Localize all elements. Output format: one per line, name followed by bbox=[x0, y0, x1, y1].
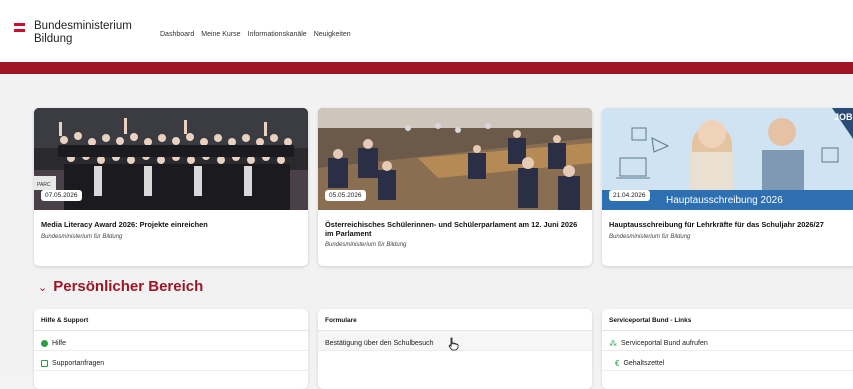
news-card[interactable]: JOB Hauptausschreibung 2026 21.04.2026 H… bbox=[602, 108, 853, 266]
news-title[interactable]: Media Literacy Award 2026: Projekte einr… bbox=[41, 220, 301, 229]
logo-line-2: Bildung bbox=[34, 33, 73, 45]
news-card[interactable]: 05.05.2026 Österreichisches Schülerinnen… bbox=[318, 108, 592, 266]
news-title[interactable]: Österreichisches Schülerinnen- und Schül… bbox=[325, 220, 585, 238]
help-icon bbox=[41, 340, 48, 347]
panel-link-hilfe[interactable]: Hilfe bbox=[34, 331, 308, 351]
dashboard-content: PARC 07.05.2026 Media Literacy Award 202… bbox=[0, 74, 853, 389]
nav-dashboard[interactable]: Dashboard bbox=[160, 31, 194, 38]
panel-link-serviceportal[interactable]: ⁂ Serviceportal Bund aufrufen bbox=[602, 331, 853, 351]
news-date-badge: 07.05.2026 bbox=[41, 190, 82, 201]
news-image-job-ad: JOB Hauptausschreibung 2026 21.04.2026 bbox=[602, 108, 853, 210]
panel-link-supportanfragen[interactable]: Supportanfragen bbox=[34, 351, 308, 371]
nav-meine-kurse[interactable]: Meine Kurse bbox=[201, 31, 240, 38]
top-header: Bundesministerium Bildung Dashboard Mein… bbox=[0, 0, 853, 62]
main-nav: Dashboard Meine Kurse Informationskanäle… bbox=[160, 31, 351, 38]
news-image-award: PARC 07.05.2026 bbox=[34, 108, 308, 210]
section-title: Persönlicher Bereich bbox=[53, 278, 204, 295]
news-source: Bundesministerium für Bildung bbox=[41, 234, 123, 240]
panel-empty-row bbox=[318, 351, 592, 371]
news-source: Bundesministerium für Bildung bbox=[609, 234, 691, 240]
ticket-icon bbox=[41, 360, 48, 367]
austria-flag-icon bbox=[14, 23, 25, 32]
panel-link-label: Supportanfragen bbox=[52, 360, 105, 367]
job-corner-badge: JOB bbox=[834, 112, 853, 122]
network-icon: ⁂ bbox=[609, 339, 617, 348]
euro-icon: € bbox=[615, 359, 620, 368]
panel-link-gehaltszettel[interactable]: € Gehaltszettel bbox=[602, 351, 853, 371]
panel-serviceportal-links: Serviceportal Bund - Links ⁂ Serviceport… bbox=[602, 309, 853, 389]
panel-link-label: Bestätigung über den Schulbesuch bbox=[325, 340, 434, 347]
logo-line-1: Bundesministerium bbox=[34, 20, 132, 32]
nav-neuigkeiten[interactable]: Neuigkeiten bbox=[314, 31, 351, 38]
news-date-badge: 21.04.2026 bbox=[609, 190, 650, 201]
panel-title: Serviceportal Bund - Links bbox=[602, 309, 853, 331]
news-card[interactable]: PARC 07.05.2026 Media Literacy Award 202… bbox=[34, 108, 308, 266]
brand-bar bbox=[0, 62, 853, 74]
panel-title: Hilfe & Support bbox=[34, 309, 308, 331]
panel-title: Formulare bbox=[318, 309, 592, 331]
chevron-down-icon[interactable]: ⌄ bbox=[38, 281, 47, 294]
hand-cursor-icon bbox=[448, 337, 459, 351]
news-date-badge: 05.05.2026 bbox=[325, 190, 366, 201]
section-heading-persoenlicher-bereich[interactable]: ⌄ Persönlicher Bereich bbox=[38, 278, 203, 295]
event-banner-label: PARC bbox=[37, 182, 51, 188]
panel-link-label: Serviceportal Bund aufrufen bbox=[621, 340, 708, 347]
news-source: Bundesministerium für Bildung bbox=[325, 242, 407, 248]
news-title[interactable]: Hauptausschreibung für Lehrkräfte für da… bbox=[609, 220, 853, 229]
panel-hilfe-support: Hilfe & Support Hilfe Supportanfragen bbox=[34, 309, 308, 389]
panel-link-label: Hilfe bbox=[52, 340, 67, 347]
panel-link-label: Gehaltszettel bbox=[623, 360, 665, 367]
job-banner-text: Hauptausschreibung 2026 bbox=[666, 195, 783, 206]
nav-informationskanaele[interactable]: Informationskanäle bbox=[248, 31, 307, 38]
news-image-parliament: 05.05.2026 bbox=[318, 108, 592, 210]
